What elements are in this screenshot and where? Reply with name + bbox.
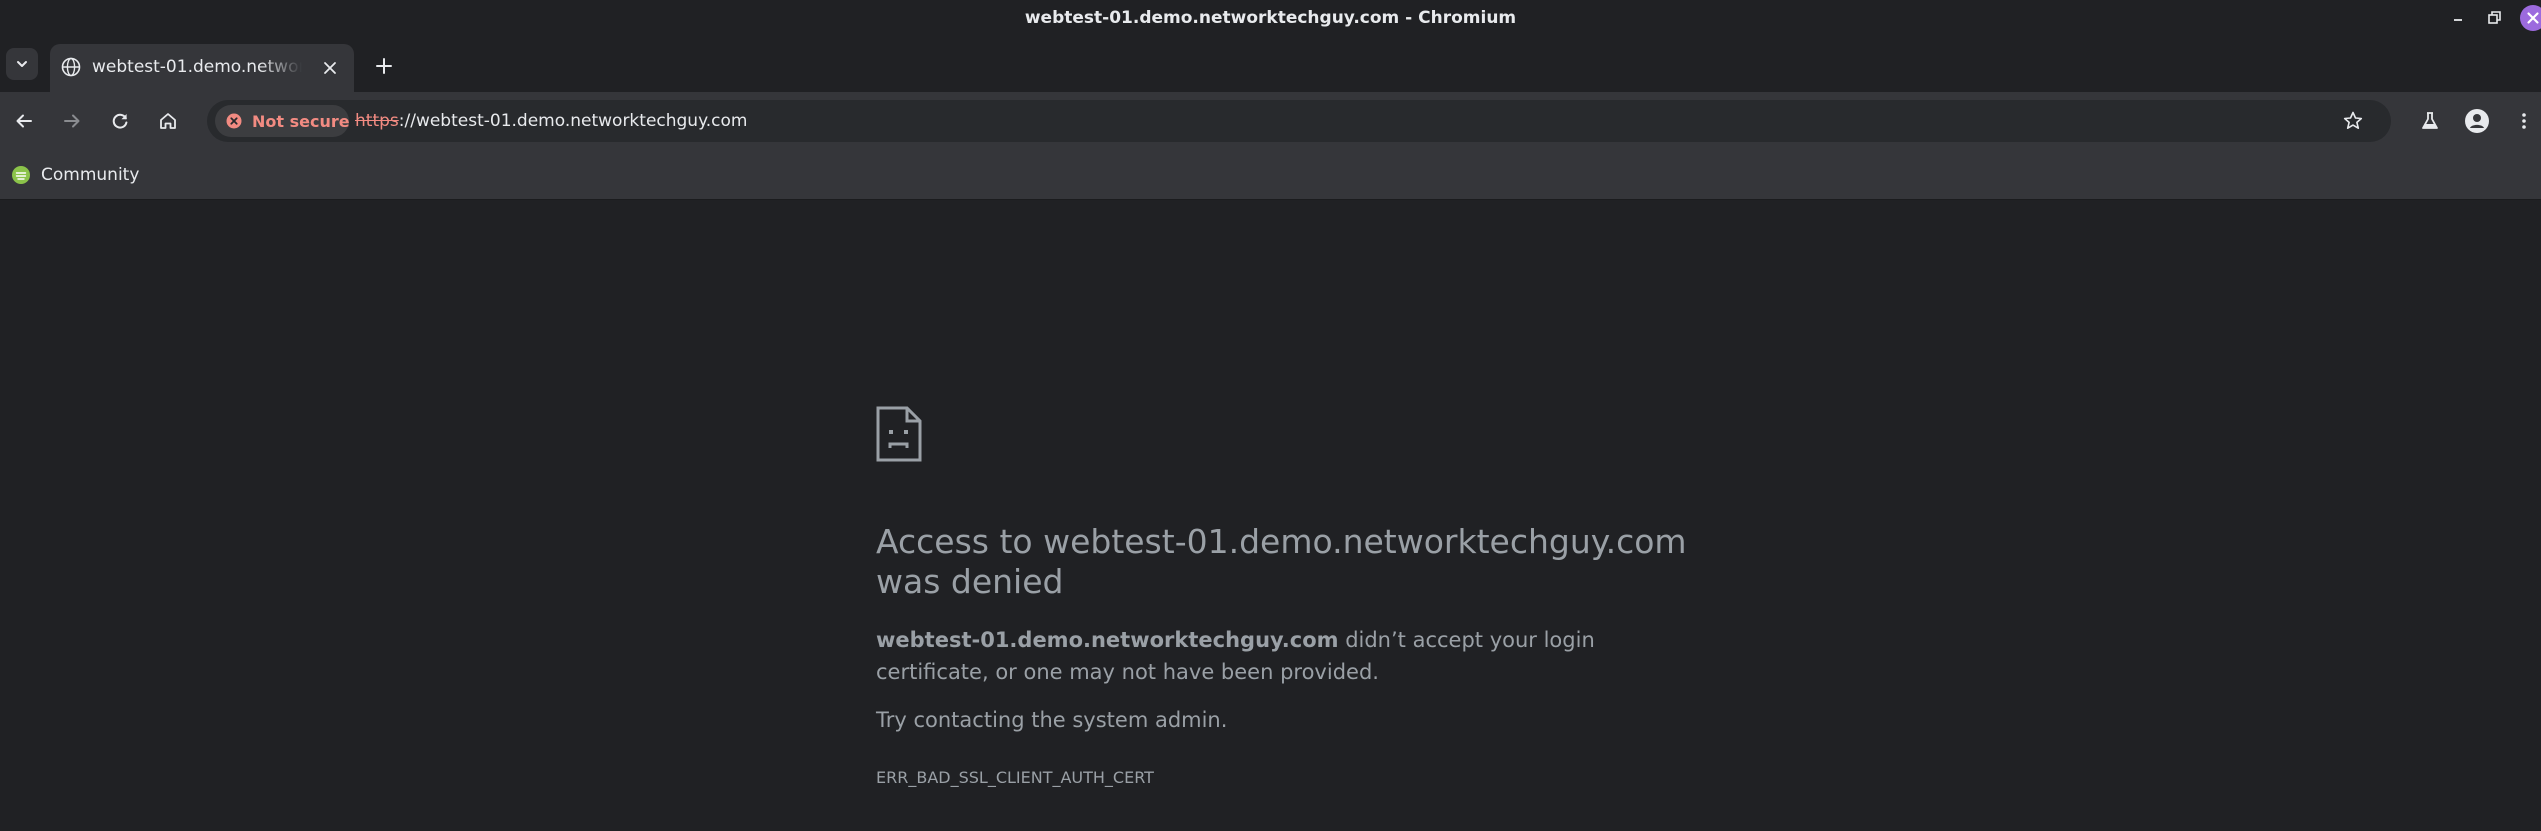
error-heading: Access to webtest-01.demo.networktechguy… (876, 522, 1687, 601)
profile-button[interactable] (2461, 105, 2493, 137)
new-tab-button[interactable] (370, 52, 398, 80)
menu-button[interactable] (2508, 105, 2540, 137)
warning-icon (226, 113, 242, 129)
tab-title: webtest-01.demo.networktechguy.com (92, 57, 302, 77)
globe-icon (61, 57, 81, 77)
url-scheme: https (355, 111, 399, 131)
error-code: ERR_BAD_SSL_CLIENT_AUTH_CERT (876, 768, 1154, 787)
flask-icon (2422, 112, 2438, 129)
security-chip[interactable]: Not secure (215, 105, 350, 137)
toolbar: Not secure https://webtest-01.demo.netwo… (0, 92, 2541, 150)
minimize-icon[interactable] (2446, 6, 2470, 30)
url-text[interactable]: https://webtest-01.demo.networktechguy.c… (355, 111, 747, 131)
reload-icon (112, 113, 128, 129)
menu-icon (2522, 113, 2526, 129)
reload-button[interactable] (104, 105, 136, 137)
close-icon[interactable] (2520, 5, 2541, 31)
tab-active[interactable]: webtest-01.demo.networktechguy.com (50, 44, 354, 92)
title-bar: webtest-01.demo.networktechguy.com - Chr… (0, 0, 2541, 38)
community-icon (12, 166, 30, 184)
error-host: webtest-01.demo.networktechguy.com (876, 628, 1339, 652)
labs-button[interactable] (2414, 105, 2446, 137)
address-bar[interactable]: Not secure https://webtest-01.demo.netwo… (207, 100, 2391, 142)
sad-document-icon (876, 406, 922, 462)
close-icon (324, 62, 336, 74)
tab-close-button[interactable] (318, 56, 342, 80)
tab-strip: webtest-01.demo.networktechguy.com (0, 38, 2541, 92)
url-host: ://webtest-01.demo.networktechguy.com (398, 111, 748, 131)
error-help: Try contacting the system admin. (876, 708, 1228, 732)
security-label: Not secure (252, 112, 350, 131)
bookmarks-bar: Community (0, 150, 2541, 200)
forward-button[interactable] (56, 105, 88, 137)
bookmark-label: Community (41, 165, 140, 185)
home-icon (160, 113, 176, 129)
bookmark-star-button[interactable] (2341, 109, 2365, 133)
forward-icon (64, 114, 80, 128)
window-title: webtest-01.demo.networktechguy.com - Chr… (1024, 8, 1517, 28)
restore-icon[interactable] (2482, 6, 2506, 30)
chevron-down-icon (17, 61, 27, 67)
profile-icon (2465, 109, 2489, 133)
home-button[interactable] (152, 105, 184, 137)
plus-icon (376, 58, 392, 74)
tab-search-button[interactable] (6, 48, 38, 80)
error-description: webtest-01.demo.networktechguy.com didn’… (876, 624, 1696, 688)
back-icon (16, 114, 32, 128)
star-icon (2343, 111, 2363, 129)
back-button[interactable] (8, 105, 40, 137)
error-page: Access to webtest-01.demo.networktechguy… (0, 200, 2541, 831)
